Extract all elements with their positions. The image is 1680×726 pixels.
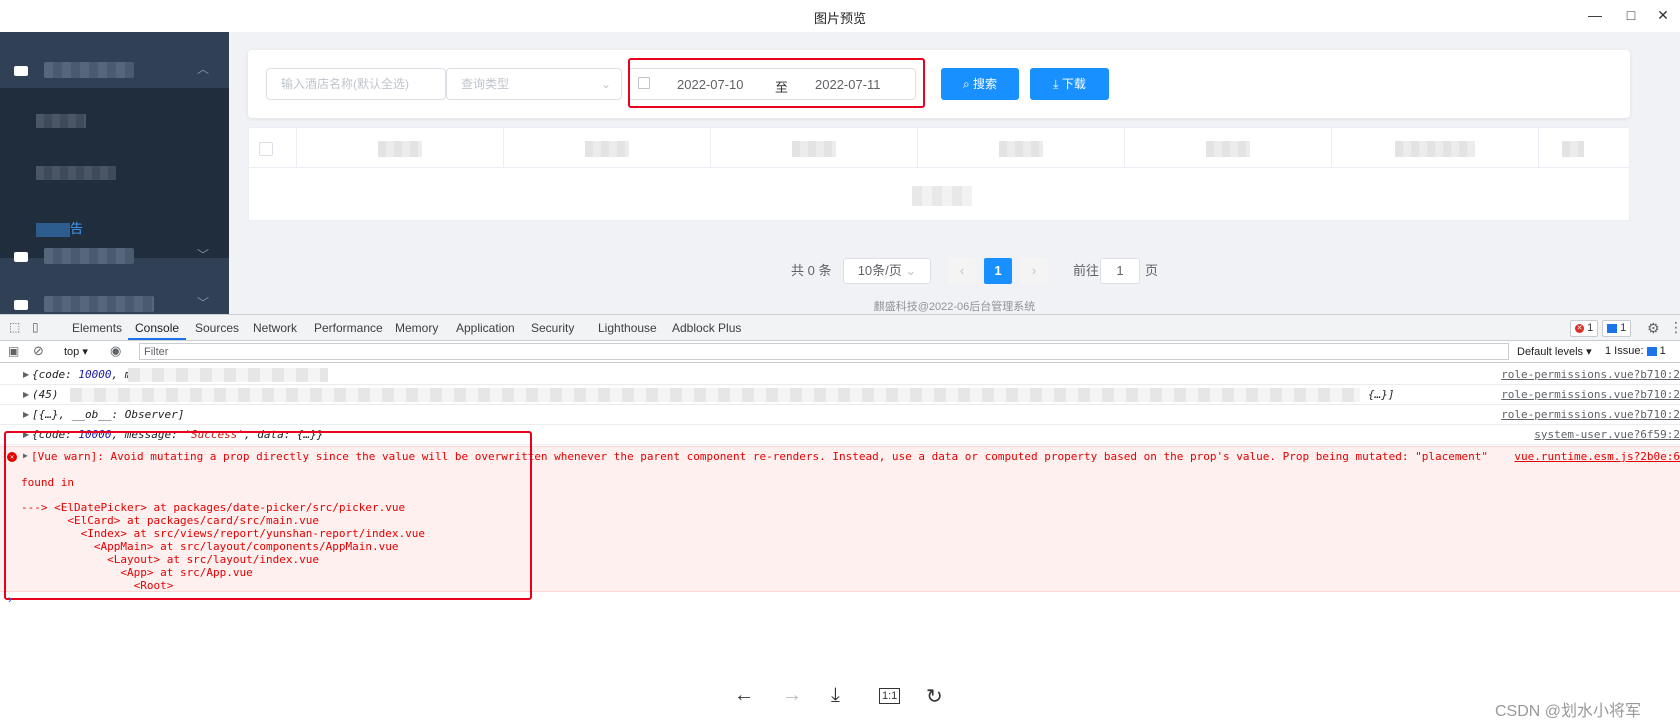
- query-type-select[interactable]: 查询类型 ⌄: [446, 68, 622, 100]
- next-page-button[interactable]: ›: [1020, 258, 1048, 284]
- chevron-down-icon: ﹀: [196, 296, 209, 310]
- inspect-icon[interactable]: ⬚: [9, 320, 20, 334]
- error-icon: ✕: [1575, 323, 1584, 333]
- actual-size-button[interactable]: 1:1: [879, 688, 901, 704]
- search-card: 查询类型 ⌄ 2022-07-10 至 2022-07-11 ⌕ 搜索 ⤓ 下载: [248, 50, 1630, 118]
- submenu-item-1[interactable]: [36, 114, 86, 128]
- column-header: [297, 128, 504, 168]
- minimize-button[interactable]: —: [1578, 4, 1612, 26]
- console-toolbar: ▣ ⊘ top ▾ ◉ Default levels ▾ 1 Issue: 1: [0, 341, 1680, 363]
- data-table: [248, 127, 1630, 221]
- chevron-up-icon: ︿: [196, 62, 209, 76]
- blurred-content: [128, 368, 328, 382]
- chevron-down-icon: ⌄: [600, 77, 611, 91]
- goto-label: 前往: [1073, 263, 1100, 278]
- column-header: [1332, 128, 1539, 168]
- window-titlebar: 图片预览 — □ ✕: [0, 0, 1680, 32]
- footer-text: 麒盛科技@2022-06后台管理系统: [873, 301, 1036, 313]
- search-icon: ⌕: [962, 77, 970, 91]
- download-image-button[interactable]: ⤓: [831, 684, 840, 707]
- blurred-label: [44, 62, 134, 78]
- issues-button[interactable]: 1 Issue: 1: [1605, 345, 1666, 357]
- tab-lighthouse[interactable]: Lighthouse: [598, 321, 657, 335]
- error-count-badge[interactable]: ✕ 1: [1570, 320, 1599, 337]
- prev-image-button[interactable]: ←: [734, 684, 754, 707]
- source-link[interactable]: vue.runtime.esm.js?2b0e:6: [1514, 450, 1680, 463]
- download-button[interactable]: ⤓ 下载: [1030, 68, 1109, 100]
- tab-network[interactable]: Network: [253, 321, 297, 335]
- mail-icon: [14, 252, 28, 262]
- error-highlight-box: [4, 431, 532, 600]
- tab-console[interactable]: Console: [135, 321, 179, 335]
- message-icon: [1607, 323, 1617, 333]
- pagination-total: 共 0 条: [791, 263, 832, 278]
- context-select[interactable]: top ▾: [64, 345, 88, 358]
- watermark: CSDN @划水小将军: [1495, 703, 1642, 720]
- sidebar: ︿ 告 ﹀ ﹀: [0, 32, 229, 314]
- clear-console-icon[interactable]: ⊘: [33, 343, 44, 359]
- console-prompt[interactable]: ›: [8, 592, 12, 606]
- page-number-active[interactable]: 1: [984, 258, 1012, 284]
- chevron-down-icon: ﹀: [196, 248, 209, 262]
- hotel-name-input[interactable]: [266, 68, 446, 100]
- search-button[interactable]: ⌕ 搜索: [941, 68, 1019, 100]
- mail-icon: [14, 66, 28, 76]
- expand-triangle-icon[interactable]: ▶: [23, 365, 29, 385]
- source-link[interactable]: role-permissions.vue?b710:2: [1501, 405, 1680, 425]
- source-link[interactable]: role-permissions.vue?b710:2: [1501, 365, 1680, 385]
- expand-triangle-icon[interactable]: ▶: [23, 385, 29, 405]
- issue-icon: [1646, 346, 1657, 356]
- tab-application[interactable]: Application: [456, 321, 515, 335]
- tab-adblock-plus[interactable]: Adblock Plus: [672, 321, 741, 335]
- console-log-row[interactable]: ▶ {code: 10000, m role-permissions.vue?b…: [0, 365, 1680, 385]
- submenu-item-2[interactable]: [36, 166, 116, 180]
- blurred-label: [44, 296, 154, 312]
- sidebar-toggle-icon[interactable]: ▣: [8, 344, 19, 358]
- filter-input[interactable]: [139, 343, 1509, 360]
- select-all-checkbox[interactable]: [259, 142, 273, 156]
- more-options-icon[interactable]: ⋮: [1669, 319, 1680, 336]
- next-image-button[interactable]: →: [782, 684, 802, 707]
- tab-elements[interactable]: Elements: [72, 321, 122, 335]
- tab-sources[interactable]: Sources: [195, 321, 239, 335]
- tab-memory[interactable]: Memory: [395, 321, 438, 335]
- column-header: [504, 128, 711, 168]
- empty-text: [912, 186, 972, 206]
- goto-page-input[interactable]: 1: [1100, 258, 1140, 284]
- column-header: [918, 128, 1125, 168]
- eye-icon[interactable]: ◉: [110, 343, 121, 359]
- table-header: [249, 128, 1629, 168]
- source-link[interactable]: system-user.vue?6f59:2: [1534, 425, 1680, 445]
- tab-security[interactable]: Security: [531, 321, 574, 335]
- column-header: [711, 128, 918, 168]
- app-preview: ︿ 告 ﹀ ﹀ 查询类型 ⌄ 2022-07-10 至 2: [0, 32, 1680, 314]
- chevron-down-icon: ⌄: [905, 263, 917, 278]
- column-header: [1125, 128, 1332, 168]
- source-link[interactable]: role-permissions.vue?b710:2: [1501, 385, 1680, 405]
- blurred-content: [70, 388, 1360, 402]
- blurred-label: [44, 248, 134, 264]
- prev-page-button[interactable]: ‹: [948, 258, 976, 284]
- default-levels-select[interactable]: Default levels ▾: [1517, 345, 1592, 358]
- rotate-button[interactable]: ↻: [926, 684, 943, 709]
- highlight-box: [628, 58, 925, 108]
- page-unit-label: 页: [1145, 263, 1159, 278]
- maximize-button[interactable]: □: [1614, 4, 1648, 26]
- mail-icon: [14, 300, 28, 310]
- gear-icon[interactable]: ⚙: [1647, 320, 1660, 337]
- message-count-badge[interactable]: 1: [1602, 320, 1632, 337]
- tab-performance[interactable]: Performance: [314, 321, 383, 335]
- devtools-tabbar: ⬚ ▯ Elements Console Sources Network Per…: [0, 314, 1680, 341]
- console-log-row[interactable]: ▶ [{…}, __ob__: Observer] role-permissio…: [0, 405, 1680, 425]
- page-size-select[interactable]: 10条/页 ⌄: [843, 258, 931, 284]
- console-log-row[interactable]: ▶ (45) {…}] role-permissions.vue?b710:2: [0, 385, 1680, 405]
- download-icon: ⤓: [1053, 77, 1059, 91]
- window-title: 图片预览: [813, 11, 866, 26]
- close-button[interactable]: ✕: [1646, 4, 1680, 26]
- expand-triangle-icon[interactable]: ▶: [23, 405, 29, 425]
- active-tab-indicator: [128, 338, 186, 340]
- column-header: [1539, 128, 1629, 168]
- device-toggle-icon[interactable]: ▯: [32, 320, 39, 334]
